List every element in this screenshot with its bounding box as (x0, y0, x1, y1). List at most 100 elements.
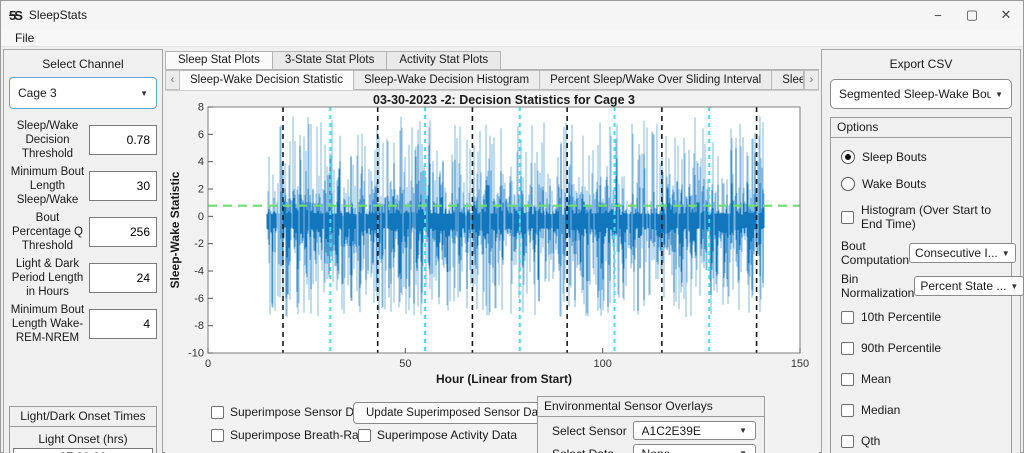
select-channel-title: Select Channel (9, 54, 157, 77)
qth-checkbox[interactable] (841, 435, 854, 448)
window-controls: − ▢ ✕ (921, 1, 1023, 29)
bin-normalization-label: Bin Normalization (841, 272, 914, 300)
wake-bouts-radio-row: Wake Bouts (841, 177, 1003, 191)
superimpose-breath-rate-checkbox[interactable] (211, 429, 224, 442)
light-onset-label: Light Onset (hrs) (10, 432, 156, 446)
menu-bar: File (1, 29, 1023, 47)
superimpose-breath-row: Superimpose Breath-Rate (211, 428, 369, 442)
dropdown-arrow-icon: ▼ (1010, 282, 1018, 291)
maximize-icon[interactable]: ▢ (955, 1, 989, 29)
export-type-value: Segmented Sleep-Wake Bout Stats (839, 87, 991, 101)
percentile10-row: 10th Percentile (841, 310, 1003, 324)
field-row: Bout Percentage Q Threshold (9, 211, 157, 253)
bout-computation-dropdown[interactable]: Consecutive I... ▼ (909, 243, 1016, 263)
bin-normalization-row: Bin Normalization Percent State ... ▼ (841, 272, 1003, 300)
scroll-left-icon[interactable]: ‹ (165, 70, 180, 90)
qth-label: Qth (861, 434, 880, 448)
minimize-icon[interactable]: − (921, 1, 955, 29)
svg-text:100: 100 (593, 358, 611, 370)
superimpose-activity-checkbox[interactable] (358, 429, 371, 442)
percentile90-checkbox[interactable] (841, 342, 854, 355)
svg-text:-10: -10 (188, 348, 204, 360)
title-bar: 5S SleepStats − ▢ ✕ (1, 1, 1023, 29)
dropdown-arrow-icon: ▼ (1002, 249, 1010, 258)
export-csv-title: Export CSV (830, 54, 1012, 77)
wake-bouts-radio[interactable] (841, 177, 855, 191)
bout-percentage-q-input[interactable] (89, 217, 157, 247)
select-channel-panel: Select Channel Cage 3 ▼ Sleep/Wake Decis… (3, 49, 163, 453)
bout-computation-label: Bout Computation (841, 239, 909, 267)
superimpose-sensor-checkbox[interactable] (211, 406, 224, 419)
options-group: Options Sleep Bouts Wake Bouts Histogram… (830, 117, 1012, 453)
svg-text:150: 150 (791, 358, 809, 370)
mean-checkbox[interactable] (841, 373, 854, 386)
svg-text:0: 0 (198, 211, 204, 223)
close-icon[interactable]: ✕ (989, 1, 1023, 29)
median-row: Median (841, 403, 1003, 417)
tab-percent-sleep-wake[interactable]: Percent Sleep/Wake Over Sliding Interval (540, 70, 772, 90)
bout-computation-row: Bout Computation Consecutive I... ▼ (841, 239, 1003, 267)
env-overlays-title: Environmental Sensor Overlays (538, 397, 764, 417)
median-label: Median (861, 403, 900, 417)
select-data-label: Select Data (552, 447, 633, 453)
svg-text:2: 2 (198, 184, 204, 196)
select-sensor-label: Select Sensor (552, 424, 633, 438)
plots-area: Sleep Stat Plots 3-State Stat Plots Acti… (165, 49, 819, 453)
sleep-bouts-label: Sleep Bouts (862, 150, 927, 164)
histogram-checkbox[interactable] (841, 211, 854, 224)
period-length-input[interactable] (89, 263, 157, 293)
wake-bouts-label: Wake Bouts (862, 177, 926, 191)
svg-text:-6: -6 (194, 293, 204, 305)
bout-computation-value: Consecutive I... (915, 246, 998, 260)
mean-label: Mean (861, 372, 891, 386)
app-icon: 5S (9, 8, 21, 23)
tab-activity-stat-plots[interactable]: Activity Stat Plots (386, 51, 501, 69)
dropdown-arrow-icon: ▼ (739, 426, 747, 435)
bout-percentage-q-label: Bout Percentage Q Threshold (9, 211, 89, 253)
select-data-value: None (642, 447, 736, 453)
channel-select[interactable]: Cage 3 ▼ (9, 77, 157, 109)
svg-text:8: 8 (198, 102, 204, 114)
percentile90-label: 90th Percentile (861, 341, 941, 355)
export-type-dropdown[interactable]: Segmented Sleep-Wake Bout Stats ▼ (830, 79, 1012, 109)
menu-file[interactable]: File (11, 31, 38, 45)
min-bout-length-sw-label: Minimum Bout Length Sleep/Wake (9, 165, 89, 207)
svg-text:Hour (Linear from Start): Hour (Linear from Start) (436, 372, 572, 386)
sleep-bouts-radio-row: Sleep Bouts (841, 150, 1003, 164)
environmental-sensor-overlays-group: Environmental Sensor Overlays Select Sen… (537, 396, 765, 453)
decision-threshold-input[interactable] (89, 125, 157, 155)
percentile90-row: 90th Percentile (841, 341, 1003, 355)
tab-sleep-stat-plots[interactable]: Sleep Stat Plots (165, 51, 273, 69)
svg-text:Sleep-Wake Statistic: Sleep-Wake Statistic (168, 171, 182, 288)
tab-sw-decision-histogram[interactable]: Sleep-Wake Decision Histogram (354, 70, 540, 90)
superimpose-sensor-row: Superimpose Sensor Data (211, 405, 371, 419)
superimpose-activity-label: Superimpose Activity Data (377, 428, 517, 442)
svg-text:-2: -2 (194, 238, 204, 250)
percentile10-checkbox[interactable] (841, 311, 854, 324)
channel-select-value: Cage 3 (18, 86, 136, 100)
dropdown-arrow-icon: ▼ (995, 90, 1003, 99)
period-length-label: Light & Dark Period Length in Hours (9, 257, 89, 299)
superimpose-breath-rate-label: Superimpose Breath-Rate (230, 428, 369, 442)
export-csv-panel: Export CSV Segmented Sleep-Wake Bout Sta… (821, 49, 1021, 453)
percentile10-label: 10th Percentile (861, 310, 941, 324)
field-row: Minimum Bout Length Sleep/Wake (9, 165, 157, 207)
superimpose-sensor-label: Superimpose Sensor Data (230, 405, 371, 419)
min-bout-wrn-input[interactable] (89, 309, 157, 339)
bin-normalization-dropdown[interactable]: Percent State ... ▼ (914, 276, 1024, 296)
select-sensor-dropdown[interactable]: A1C2E39E ▼ (633, 421, 756, 440)
min-bout-length-sw-input[interactable] (89, 171, 157, 201)
median-checkbox[interactable] (841, 404, 854, 417)
decision-threshold-label: Sleep/Wake Decision Threshold (9, 119, 89, 161)
tab-3-state-stat-plots[interactable]: 3-State Stat Plots (272, 51, 388, 69)
light-onset-input[interactable] (13, 448, 153, 453)
update-superimposed-sensor-data-button[interactable]: Update Superimposed Sensor Data (353, 402, 561, 424)
select-data-dropdown[interactable]: None ▼ (633, 444, 756, 453)
histogram-checkbox-label: Histogram (Over Start to End Time) (861, 203, 1003, 231)
tab-sw-bout-length-histogram[interactable]: Sleep-Wake Bout Length Histogra (772, 70, 804, 90)
tab-sw-decision-statistic[interactable]: Sleep-Wake Decision Statistic (180, 70, 354, 90)
scroll-right-icon[interactable]: › (804, 70, 819, 90)
sleep-bouts-radio[interactable] (841, 150, 855, 164)
field-row: Minimum Bout Length Wake-REM-NREM (9, 303, 157, 345)
dropdown-arrow-icon: ▼ (140, 89, 148, 98)
